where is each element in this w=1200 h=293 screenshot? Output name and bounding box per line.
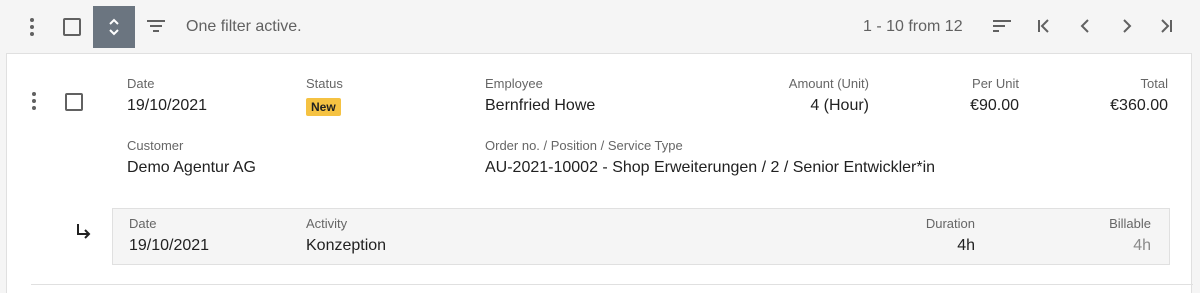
order-value: AU-2021-10002 - Shop Erweiterungen / 2 /… (485, 159, 936, 176)
next-page-icon[interactable] (1115, 14, 1139, 38)
sub-date-label: Date (129, 216, 157, 231)
duration-label: Duration (925, 216, 975, 231)
duration-value: 4h (957, 237, 975, 254)
amount-label: Amount (Unit) (788, 76, 869, 91)
amount-value: 4 (Hour) (810, 97, 869, 114)
subdirectory-arrow-icon (77, 224, 91, 239)
last-page-icon[interactable] (1155, 14, 1179, 38)
activity-label: Activity (306, 216, 348, 231)
sub-date-value: 19/10/2021 (129, 237, 210, 254)
per-unit-value: €90.00 (970, 97, 1019, 114)
list-item[interactable]: Date 19/10/2021 Status New Employee Bern… (6, 53, 1193, 293)
billable-label: Billable (1109, 216, 1151, 231)
select-all-checkbox[interactable] (63, 18, 81, 36)
filter-icon[interactable] (147, 19, 165, 33)
filter-status-text: One filter active. (186, 18, 302, 35)
employee-value: Bernfried Howe (485, 97, 596, 114)
time-entry-subrow[interactable]: Date 19/10/2021 Activity Konzeption Dura… (112, 208, 1170, 265)
row-checkbox[interactable] (65, 93, 83, 111)
prev-page-icon[interactable] (1073, 14, 1097, 38)
sort-icon[interactable] (990, 14, 1014, 38)
date-label: Date (127, 76, 155, 91)
expand-collapse-button[interactable] (93, 6, 135, 48)
first-page-icon[interactable] (1031, 14, 1055, 38)
more-vert-icon[interactable] (24, 16, 40, 38)
status-badge: New (306, 98, 341, 116)
per-unit-label: Per Unit (972, 76, 1019, 91)
status-label: Status (306, 76, 343, 91)
activity-value: Konzeption (306, 237, 387, 254)
total-value: €360.00 (1110, 97, 1168, 114)
list-toolbar: One filter active. 1 - 10 from 12 (0, 0, 1200, 53)
employee-label: Employee (485, 76, 543, 91)
date-value: 19/10/2021 (127, 97, 208, 114)
pagination-text: 1 - 10 from 12 (863, 18, 963, 35)
expand-collapse-icon (109, 18, 119, 36)
customer-value: Demo Agentur AG (127, 159, 256, 176)
order-label: Order no. / Position / Service Type (485, 138, 683, 153)
total-label: Total (1140, 76, 1168, 91)
billable-value: 4h (1133, 237, 1151, 254)
row-divider (31, 284, 1193, 285)
row-more-vert-icon[interactable] (32, 92, 36, 110)
customer-label: Customer (127, 138, 184, 153)
